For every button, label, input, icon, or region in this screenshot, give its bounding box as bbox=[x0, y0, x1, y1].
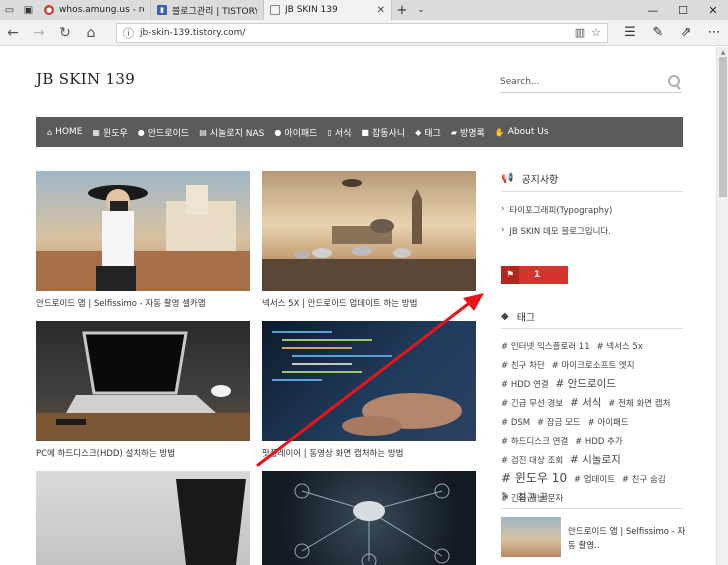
tab-label: JB SKIN 139 bbox=[285, 5, 338, 15]
more-icon[interactable]: ⋯ bbox=[700, 20, 728, 46]
tab-favicon-icon: ▮ bbox=[157, 5, 167, 15]
annotation-arrow bbox=[256, 293, 484, 467]
info-icon[interactable]: ⓘ bbox=[123, 25, 134, 41]
favorite-star-icon[interactable]: ☆ bbox=[591, 26, 601, 39]
scroll-thumb[interactable] bbox=[719, 57, 727, 197]
chevron-down-icon[interactable]: ⌄ bbox=[412, 0, 430, 20]
page-scrollbar[interactable]: ▲ bbox=[716, 47, 728, 565]
web-note-icon[interactable]: ✎ bbox=[644, 20, 672, 46]
browser-toolbar: ← → ↻ ⌂ ⓘ jb-skin-139.tistory.com/ ▥ ☆ ☰… bbox=[0, 20, 728, 46]
refresh-icon[interactable]: ↻ bbox=[52, 20, 78, 46]
url-text: jb-skin-139.tistory.com/ bbox=[140, 27, 246, 38]
maximize-icon[interactable]: ☐ bbox=[668, 0, 698, 20]
scroll-up-icon[interactable]: ▲ bbox=[717, 47, 728, 57]
tab-aside-icon[interactable]: ▣ bbox=[19, 0, 38, 20]
tab-preview-icon[interactable]: ▭ bbox=[0, 0, 19, 20]
close-window-icon[interactable]: ✕ bbox=[698, 0, 728, 20]
tab-label: whos.amung.us - real-time s bbox=[59, 5, 144, 15]
browser-tab[interactable]: ● whos.amung.us - real-time s bbox=[38, 0, 151, 20]
browser-tab[interactable]: ▮ 블로그관리 | TISTORY bbox=[151, 0, 264, 20]
minimize-icon[interactable]: — bbox=[638, 0, 668, 20]
web-page: JB SKIN 139 ⌂HOME ▦윈도우 ●안드로이드 ▤시놀로지 NAS … bbox=[0, 47, 716, 565]
tab-favicon-icon bbox=[270, 5, 280, 15]
favorites-hub-icon[interactable]: ☰ bbox=[616, 20, 644, 46]
tab-favicon-icon: ● bbox=[44, 5, 54, 15]
new-tab-button[interactable]: + bbox=[392, 0, 412, 20]
browser-tab-bar: ▭ ▣ ● whos.amung.us - real-time s ▮ 블로그관… bbox=[0, 0, 728, 20]
tab-label: 블로그관리 | TISTORY bbox=[172, 6, 257, 17]
reading-view-icon[interactable]: ▥ bbox=[575, 26, 585, 39]
address-field[interactable]: ⓘ jb-skin-139.tistory.com/ ▥ ☆ bbox=[116, 22, 608, 43]
forward-icon[interactable]: → bbox=[26, 20, 52, 46]
home-icon[interactable]: ⌂ bbox=[78, 20, 104, 46]
back-icon[interactable]: ← bbox=[0, 20, 26, 46]
browser-tab-active[interactable]: JB SKIN 139 ✕ bbox=[264, 0, 392, 20]
share-icon[interactable]: ⇗ bbox=[672, 20, 700, 46]
close-tab-icon[interactable]: ✕ bbox=[377, 5, 385, 16]
